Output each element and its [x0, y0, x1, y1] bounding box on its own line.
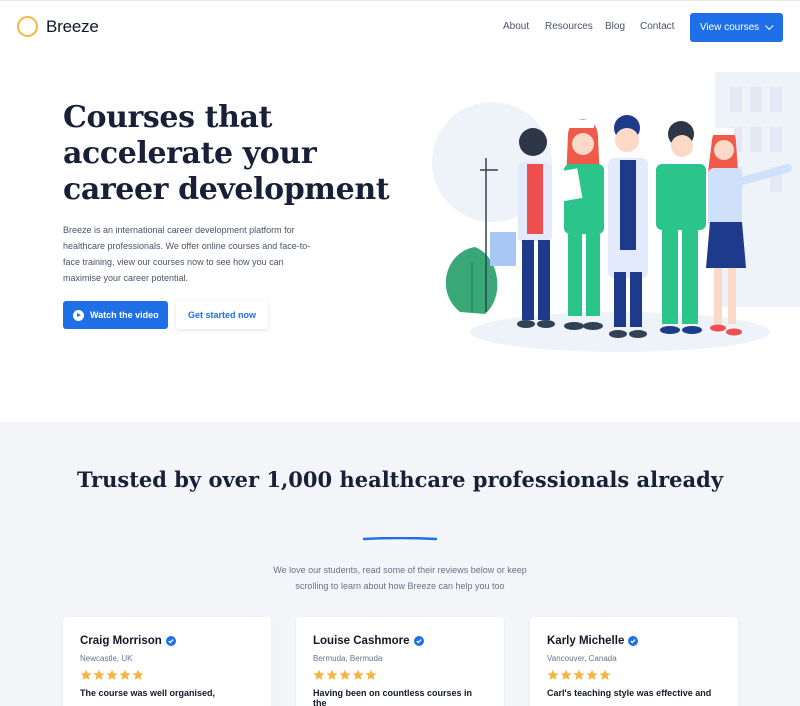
reviewer-name: Louise Cashmore	[313, 635, 487, 647]
review-card: Craig Morrison Newcastle, UK The course …	[63, 617, 271, 706]
review-quote: The course was well organised,	[80, 688, 216, 698]
chevron-down-icon	[765, 21, 774, 30]
review-quote: Carl's teaching style was effective and	[547, 688, 712, 698]
logo-ring-icon	[17, 16, 38, 37]
play-icon	[73, 309, 84, 321]
brand-name: Breeze	[46, 16, 99, 36]
plant-illustration	[445, 247, 498, 314]
hero-description: Breeze is an international career develo…	[63, 225, 311, 283]
reviewer-name-text: Louise Cashmore	[313, 635, 410, 647]
watch-video-button[interactable]: Watch the video	[63, 301, 168, 329]
star-icon	[106, 669, 118, 680]
verified-icon	[165, 636, 176, 646]
star-icon	[573, 669, 585, 680]
view-courses-label: View courses	[699, 22, 760, 33]
reviewer-location: Bermuda, Bermuda	[313, 654, 383, 663]
reviewer-location: Newcastle, UK	[80, 654, 133, 663]
star-icon	[93, 669, 105, 680]
nav-about[interactable]: About	[503, 21, 529, 32]
review-quote: Having been on countless courses in the	[313, 688, 473, 706]
testimonials-title: Trusted by over 1,000 healthcare profess…	[76, 467, 724, 492]
star-rating	[313, 669, 487, 681]
nav-contact[interactable]: Contact	[640, 21, 674, 32]
review-card: Karly Michelle Vancouver, Canada Carl's …	[530, 617, 738, 706]
verified-icon	[628, 636, 639, 646]
star-icon	[80, 669, 92, 680]
star-icon	[326, 669, 338, 680]
nurse-figure-2	[656, 121, 706, 334]
healthcare-team-illustration	[432, 72, 800, 352]
star-rating	[547, 669, 721, 681]
doctor-figure-2	[608, 115, 648, 338]
hero-title: Courses that accelerate your career deve…	[63, 100, 390, 207]
star-icon	[547, 669, 559, 680]
star-icon	[365, 669, 377, 680]
star-icon	[339, 669, 351, 680]
view-courses-button[interactable]: View courses	[690, 13, 783, 42]
star-icon	[352, 669, 364, 680]
watch-video-label: Watch the video	[90, 310, 159, 320]
reviewer-name: Craig Morrison	[80, 635, 254, 647]
nav-resources[interactable]: Resources	[545, 21, 593, 32]
get-started-label: Get started now	[187, 310, 256, 320]
star-icon	[119, 669, 131, 680]
testimonials-subtitle: We love our students, read some of their…	[0, 562, 800, 594]
logo[interactable]: Breeze	[17, 16, 99, 37]
site-header: Breeze About Resources Blog Contact View…	[0, 0, 800, 54]
star-icon	[132, 669, 144, 680]
star-icon	[599, 669, 611, 680]
star-icon	[313, 669, 325, 680]
nav-blog[interactable]: Blog	[605, 21, 625, 32]
get-started-button[interactable]: Get started now	[176, 301, 268, 329]
nurse-figure-1	[555, 119, 604, 330]
verified-icon	[413, 636, 424, 646]
reviewer-name-text: Craig Morrison	[80, 635, 162, 647]
star-rating	[80, 669, 254, 681]
reviewer-location: Vancouver, Canada	[547, 654, 617, 663]
testimonials-subtitle-line-2: scrolling to learn about how Breeze can …	[295, 581, 505, 591]
testimonials-subtitle-line-1: We love our students, read some of their…	[273, 565, 527, 575]
star-icon	[560, 669, 572, 680]
review-card: Louise Cashmore Bermuda, Bermuda Having …	[296, 617, 504, 706]
reviewer-name-text: Karly Michelle	[547, 635, 625, 647]
star-icon	[586, 669, 598, 680]
reviewer-name: Karly Michelle	[547, 635, 721, 647]
title-underline	[363, 537, 437, 541]
